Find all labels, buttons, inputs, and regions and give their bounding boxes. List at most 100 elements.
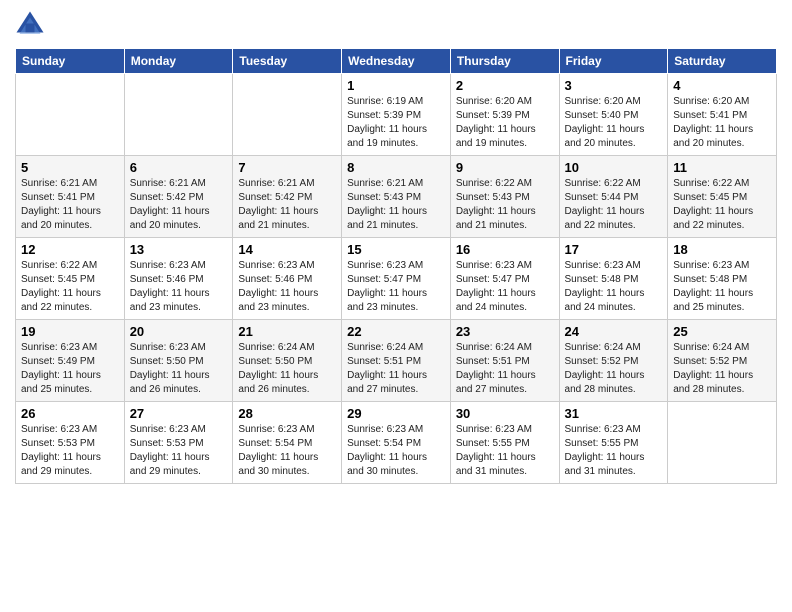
calendar-cell xyxy=(124,74,233,156)
calendar-cell: 5 Sunrise: 6:21 AM Sunset: 5:41 PM Daylig… xyxy=(16,156,125,238)
day-number: 17 xyxy=(565,242,663,257)
weekday-cell: Friday xyxy=(559,49,668,74)
calendar-week: 26 Sunrise: 6:23 AM Sunset: 5:53 PM Dayli… xyxy=(16,402,777,484)
calendar-cell: 6 Sunrise: 6:21 AM Sunset: 5:42 PM Daylig… xyxy=(124,156,233,238)
day-info: Sunrise: 6:20 AM Sunset: 5:39 PM Dayligh… xyxy=(456,95,554,151)
day-number: 30 xyxy=(456,406,554,421)
day-info: Sunrise: 6:23 AM Sunset: 5:46 PM Dayligh… xyxy=(130,259,228,315)
day-number: 6 xyxy=(130,160,228,175)
calendar-cell: 22Sunrise: 6:24 AM Sunset: 5:51 PM Dayli… xyxy=(342,320,451,402)
calendar-cell: 18 Sunrise: 6:23 AM Sunset: 5:48 PM Dayli… xyxy=(668,238,777,320)
weekday-cell: Monday xyxy=(124,49,233,74)
calendar-week: 19 Sunrise: 6:23 AM Sunset: 5:49 PM Dayli… xyxy=(16,320,777,402)
day-number: 18 xyxy=(673,242,771,257)
calendar-cell: 26 Sunrise: 6:23 AM Sunset: 5:53 PM Dayli… xyxy=(16,402,125,484)
calendar-cell: 23 Sunrise: 6:24 AM Sunset: 5:51 PM Dayli… xyxy=(450,320,559,402)
day-info: Sunrise: 6:20 AM Sunset: 5:40 PM Dayligh… xyxy=(565,95,663,151)
calendar-cell: 25 Sunrise: 6:24 AM Sunset: 5:52 PM Dayli… xyxy=(668,320,777,402)
day-number: 10 xyxy=(565,160,663,175)
day-number: 8 xyxy=(347,160,445,175)
day-info: Sunrise: 6:24 AM Sunset: 5:50 PM Dayligh… xyxy=(238,341,336,397)
day-info: Sunrise: 6:23 AM Sunset: 5:47 PM Dayligh… xyxy=(347,259,445,315)
day-number: 16 xyxy=(456,242,554,257)
day-number: 19 xyxy=(21,324,119,339)
day-info: Sunrise: 6:22 AM Sunset: 5:43 PM Dayligh… xyxy=(456,177,554,233)
weekday-row: SundayMondayTuesdayWednesdayThursdayFrid… xyxy=(16,49,777,74)
day-info: Sunrise: 6:21 AM Sunset: 5:42 PM Dayligh… xyxy=(130,177,228,233)
calendar-cell: 13 Sunrise: 6:23 AM Sunset: 5:46 PM Dayli… xyxy=(124,238,233,320)
weekday-cell: Tuesday xyxy=(233,49,342,74)
day-number: 11 xyxy=(673,160,771,175)
day-info: Sunrise: 6:20 AM Sunset: 5:41 PM Dayligh… xyxy=(673,95,771,151)
day-number: 12 xyxy=(21,242,119,257)
day-info: Sunrise: 6:23 AM Sunset: 5:46 PM Dayligh… xyxy=(238,259,336,315)
day-number: 25 xyxy=(673,324,771,339)
day-info: Sunrise: 6:21 AM Sunset: 5:41 PM Dayligh… xyxy=(21,177,119,233)
header xyxy=(15,10,777,40)
calendar-cell: 3 Sunrise: 6:20 AM Sunset: 5:40 PM Daylig… xyxy=(559,74,668,156)
day-number: 24 xyxy=(565,324,663,339)
calendar-cell: 24 Sunrise: 6:24 AM Sunset: 5:52 PM Dayli… xyxy=(559,320,668,402)
calendar-cell: 30 Sunrise: 6:23 AM Sunset: 5:55 PM Dayli… xyxy=(450,402,559,484)
day-info: Sunrise: 6:23 AM Sunset: 5:48 PM Dayligh… xyxy=(565,259,663,315)
calendar-cell: 2 Sunrise: 6:20 AM Sunset: 5:39 PM Daylig… xyxy=(450,74,559,156)
calendar-week: 1 Sunrise: 6:19 AM Sunset: 5:39 PM Daylig… xyxy=(16,74,777,156)
day-info: Sunrise: 6:19 AM Sunset: 5:39 PM Dayligh… xyxy=(347,95,445,151)
day-number: 1 xyxy=(347,78,445,93)
weekday-cell: Saturday xyxy=(668,49,777,74)
calendar-cell: 19 Sunrise: 6:23 AM Sunset: 5:49 PM Dayli… xyxy=(16,320,125,402)
day-number: 2 xyxy=(456,78,554,93)
day-info: Sunrise: 6:23 AM Sunset: 5:54 PM Dayligh… xyxy=(347,423,445,479)
day-number: 3 xyxy=(565,78,663,93)
day-number: 13 xyxy=(130,242,228,257)
day-info: Sunrise: 6:23 AM Sunset: 5:49 PM Dayligh… xyxy=(21,341,119,397)
day-info: Sunrise: 6:23 AM Sunset: 5:53 PM Dayligh… xyxy=(21,423,119,479)
day-info: Sunrise: 6:22 AM Sunset: 5:45 PM Dayligh… xyxy=(673,177,771,233)
calendar-cell xyxy=(233,74,342,156)
weekday-cell: Thursday xyxy=(450,49,559,74)
day-info: Sunrise: 6:24 AM Sunset: 5:52 PM Dayligh… xyxy=(673,341,771,397)
calendar-week: 12 Sunrise: 6:22 AM Sunset: 5:45 PM Dayli… xyxy=(16,238,777,320)
calendar-cell: 20Sunrise: 6:23 AM Sunset: 5:50 PM Dayli… xyxy=(124,320,233,402)
day-info: Sunrise: 6:22 AM Sunset: 5:45 PM Dayligh… xyxy=(21,259,119,315)
calendar-cell: 14 Sunrise: 6:23 AM Sunset: 5:46 PM Dayli… xyxy=(233,238,342,320)
calendar-header: SundayMondayTuesdayWednesdayThursdayFrid… xyxy=(16,49,777,74)
day-info: Sunrise: 6:24 AM Sunset: 5:51 PM Dayligh… xyxy=(456,341,554,397)
calendar-cell: 21Sunrise: 6:24 AM Sunset: 5:50 PM Dayli… xyxy=(233,320,342,402)
day-number: 9 xyxy=(456,160,554,175)
day-info: Sunrise: 6:21 AM Sunset: 5:42 PM Dayligh… xyxy=(238,177,336,233)
day-number: 23 xyxy=(456,324,554,339)
calendar-cell: 17 Sunrise: 6:23 AM Sunset: 5:48 PM Dayli… xyxy=(559,238,668,320)
calendar-week: 5 Sunrise: 6:21 AM Sunset: 5:41 PM Daylig… xyxy=(16,156,777,238)
day-number: 5 xyxy=(21,160,119,175)
day-info: Sunrise: 6:21 AM Sunset: 5:43 PM Dayligh… xyxy=(347,177,445,233)
calendar-cell xyxy=(16,74,125,156)
day-info: Sunrise: 6:23 AM Sunset: 5:53 PM Dayligh… xyxy=(130,423,228,479)
logo-icon xyxy=(15,10,45,40)
calendar-cell: 7Sunrise: 6:21 AM Sunset: 5:42 PM Daylig… xyxy=(233,156,342,238)
calendar-cell: 29 Sunrise: 6:23 AM Sunset: 5:54 PM Dayli… xyxy=(342,402,451,484)
day-number: 22 xyxy=(347,324,445,339)
day-info: Sunrise: 6:23 AM Sunset: 5:55 PM Dayligh… xyxy=(565,423,663,479)
calendar-cell: 16Sunrise: 6:23 AM Sunset: 5:47 PM Dayli… xyxy=(450,238,559,320)
calendar-cell: 10Sunrise: 6:22 AM Sunset: 5:44 PM Dayli… xyxy=(559,156,668,238)
day-number: 20 xyxy=(130,324,228,339)
calendar-cell: 15Sunrise: 6:23 AM Sunset: 5:47 PM Dayli… xyxy=(342,238,451,320)
day-info: Sunrise: 6:24 AM Sunset: 5:52 PM Dayligh… xyxy=(565,341,663,397)
logo xyxy=(15,10,49,40)
day-info: Sunrise: 6:23 AM Sunset: 5:48 PM Dayligh… xyxy=(673,259,771,315)
calendar-cell: 8 Sunrise: 6:21 AM Sunset: 5:43 PM Daylig… xyxy=(342,156,451,238)
calendar-cell: 31 Sunrise: 6:23 AM Sunset: 5:55 PM Dayli… xyxy=(559,402,668,484)
day-number: 14 xyxy=(238,242,336,257)
calendar-cell: 27Sunrise: 6:23 AM Sunset: 5:53 PM Dayli… xyxy=(124,402,233,484)
day-info: Sunrise: 6:23 AM Sunset: 5:55 PM Dayligh… xyxy=(456,423,554,479)
day-number: 31 xyxy=(565,406,663,421)
day-number: 4 xyxy=(673,78,771,93)
day-number: 29 xyxy=(347,406,445,421)
day-info: Sunrise: 6:23 AM Sunset: 5:54 PM Dayligh… xyxy=(238,423,336,479)
calendar-cell: 11 Sunrise: 6:22 AM Sunset: 5:45 PM Dayli… xyxy=(668,156,777,238)
page: SundayMondayTuesdayWednesdayThursdayFrid… xyxy=(0,0,792,612)
day-number: 26 xyxy=(21,406,119,421)
calendar-cell: 4 Sunrise: 6:20 AM Sunset: 5:41 PM Daylig… xyxy=(668,74,777,156)
calendar-cell xyxy=(668,402,777,484)
